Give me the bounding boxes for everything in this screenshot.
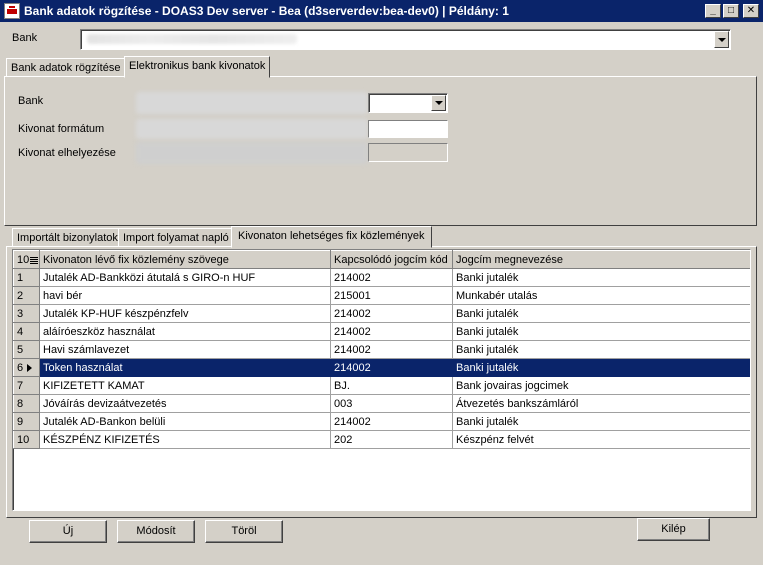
notice-text-cell[interactable]: aláíróeszköz használat: [39, 322, 331, 341]
notice-text-cell[interactable]: KÉSZPÉNZ KIFIZETÉS: [39, 430, 331, 449]
format-label: Kivonat formátum: [18, 123, 105, 135]
table-row[interactable]: 3 Jutalék KP-HUF készpénzfelv 214002 Ban…: [13, 304, 750, 323]
row-number: 6: [13, 358, 40, 377]
bank-label: Bank: [12, 32, 38, 44]
app-icon: [4, 3, 20, 19]
table-row[interactable]: 1 Jutalék AD-Bankközi átutalá s GIRO-n H…: [13, 268, 750, 287]
code-cell[interactable]: 214002: [330, 322, 453, 341]
row-pointer-icon: [27, 364, 32, 372]
code-cell[interactable]: 214002: [330, 268, 453, 287]
tab-fixed-notices[interactable]: Kivonaton lehetséges fix közlemények: [231, 226, 432, 248]
title-cell[interactable]: Banki jutalék: [452, 268, 750, 287]
column-header[interactable]: Kapcsolódó jogcím kód: [330, 250, 453, 269]
row-number: 7: [13, 376, 40, 395]
code-cell[interactable]: 202: [330, 430, 453, 449]
code-cell[interactable]: BJ.: [330, 376, 453, 395]
row-number: 9: [13, 412, 40, 431]
notice-text-cell[interactable]: Token használat: [39, 358, 331, 377]
title-cell[interactable]: Banki jutalék: [452, 340, 750, 359]
statement-location-field: [368, 143, 448, 162]
title-cell[interactable]: Munkabér utalás: [452, 286, 750, 305]
chevron-down-icon[interactable]: [714, 31, 729, 48]
table-row[interactable]: 10 KÉSZPÉNZ KIFIZETÉS 202 Készpénz felvé…: [13, 430, 750, 449]
tab-label: Import folyamat napló: [123, 232, 229, 244]
code-cell[interactable]: 214002: [330, 340, 453, 359]
row-number: 3: [13, 304, 40, 323]
tab-label: Elektronikus bank kivonatok: [129, 60, 266, 72]
column-header[interactable]: Jogcím megnevezése: [452, 250, 750, 269]
exit-button[interactable]: Kilép: [637, 518, 710, 541]
table-row[interactable]: 4 aláíróeszköz használat 214002 Banki ju…: [13, 322, 750, 341]
chevron-down-icon[interactable]: [431, 95, 446, 111]
code-cell[interactable]: 215001: [330, 286, 453, 305]
row-number: 4: [13, 322, 40, 341]
code-cell[interactable]: 214002: [330, 412, 453, 431]
table-row[interactable]: 5 Havi számlavezet 214002 Banki jutalék: [13, 340, 750, 359]
title-cell[interactable]: Átvezetés bankszámláról: [452, 394, 750, 413]
notice-grid[interactable]: 10 Kivonaton lévő fix közlemény szövege …: [12, 249, 751, 511]
tab-bank-adatok[interactable]: Bank adatok rögzítése: [6, 58, 126, 77]
notice-text-cell[interactable]: Jutalék AD-Bankközi átutalá s GIRO-n HUF: [39, 268, 331, 287]
code-cell[interactable]: 214002: [330, 304, 453, 323]
table-row[interactable]: 9 Jutalék AD-Bankon belüli 214002 Banki …: [13, 412, 750, 431]
title-cell[interactable]: Készpénz felvét: [452, 430, 750, 449]
row-number: 8: [13, 394, 40, 413]
tab-import-log[interactable]: Import folyamat napló: [118, 228, 234, 247]
title-bar: Bank adatok rögzítése - DOAS3 Dev server…: [0, 0, 763, 22]
notice-text-cell[interactable]: KIFIZETETT KAMAT: [39, 376, 331, 395]
notice-text-cell[interactable]: havi bér: [39, 286, 331, 305]
tab-label: Kivonaton lehetséges fix közlemények: [238, 230, 425, 242]
title-cell[interactable]: Bank jovairas jogcimek: [452, 376, 750, 395]
column-header[interactable]: Kivonaton lévő fix közlemény szövege: [39, 250, 331, 269]
grid-header-row: 10 Kivonaton lévő fix közlemény szövege …: [13, 250, 750, 269]
tab-label: Importált bizonylatok: [17, 232, 118, 244]
grid-menu-icon: [30, 255, 39, 264]
statement-bank-select[interactable]: [368, 93, 448, 113]
statement-format-field[interactable]: [368, 120, 448, 138]
row-number: 2: [13, 286, 40, 305]
row-number: 10: [13, 430, 40, 449]
edit-button[interactable]: Módosít: [117, 520, 195, 543]
table-row[interactable]: 2 havi bér 215001 Munkabér utalás: [13, 286, 750, 305]
row-count-header[interactable]: 10: [13, 250, 40, 269]
code-cell[interactable]: 003: [330, 394, 453, 413]
row-number: 1: [13, 268, 40, 287]
bank-select[interactable]: [80, 29, 731, 50]
title-cell[interactable]: Banki jutalék: [452, 322, 750, 341]
table-row-selected[interactable]: 6 Token használat 214002 Banki jutalék: [13, 358, 750, 377]
tab-label: Bank adatok rögzítése: [11, 62, 121, 74]
form-bank-label: Bank: [18, 95, 44, 107]
tab-elektronikus-kivonatok[interactable]: Elektronikus bank kivonatok: [124, 56, 271, 78]
table-row[interactable]: 8 Jóváírás devizaátvezetés 003 Átvezetés…: [13, 394, 750, 413]
minimize-button[interactable]: _: [705, 4, 721, 18]
title-cell[interactable]: Banki jutalék: [452, 358, 750, 377]
window-title: Bank adatok rögzítése - DOAS3 Dev server…: [24, 4, 509, 18]
location-label: Kivonat elhelyezése: [18, 147, 116, 159]
notice-text-cell[interactable]: Jutalék KP-HUF készpénzfelv: [39, 304, 331, 323]
title-cell[interactable]: Banki jutalék: [452, 304, 750, 323]
notice-text-cell[interactable]: Jutalék AD-Bankon belüli: [39, 412, 331, 431]
title-cell[interactable]: Banki jutalék: [452, 412, 750, 431]
notice-text-cell[interactable]: Jóváírás devizaátvezetés: [39, 394, 331, 413]
maximize-button[interactable]: □: [723, 4, 739, 18]
tab-imported-documents[interactable]: Importált bizonylatok: [12, 228, 123, 247]
new-button[interactable]: Új: [29, 520, 107, 543]
row-number: 5: [13, 340, 40, 359]
delete-button[interactable]: Töröl: [205, 520, 283, 543]
table-row[interactable]: 7 KIFIZETETT KAMAT BJ. Bank jovairas jog…: [13, 376, 750, 395]
code-cell[interactable]: 214002: [330, 358, 453, 377]
close-button[interactable]: ✕: [743, 4, 759, 18]
notice-text-cell[interactable]: Havi számlavezet: [39, 340, 331, 359]
